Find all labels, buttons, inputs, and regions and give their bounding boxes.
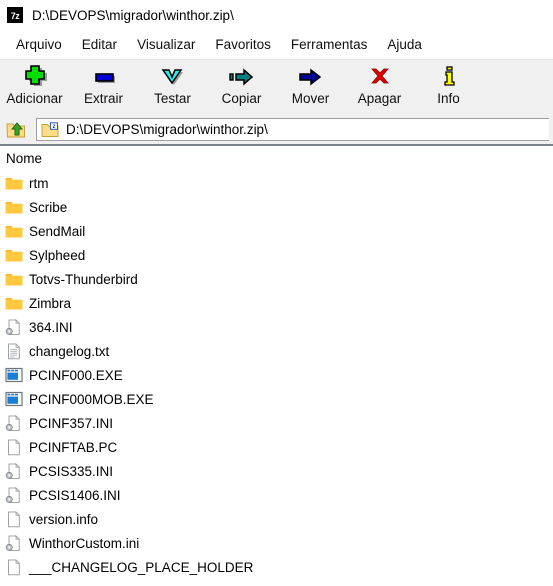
list-item[interactable]: WinthorCustom.ini <box>0 531 553 555</box>
menu-arquivo[interactable]: Arquivo <box>6 35 72 54</box>
menu-ajuda[interactable]: Ajuda <box>377 35 432 54</box>
list-item-label: Sylpheed <box>29 247 86 263</box>
ini-file-icon <box>4 462 24 480</box>
chevron-down-icon <box>156 64 190 90</box>
list-item-label: PCINF000MOB.EXE <box>29 391 154 407</box>
list-item-label: Scribe <box>29 199 68 215</box>
folder-icon <box>4 246 24 264</box>
blank-file-icon <box>4 510 24 528</box>
ini-file-icon <box>4 534 24 552</box>
list-item-label: WinthorCustom.ini <box>29 535 140 551</box>
title-bar: 7z D:\DEVOPS\migrador\winthor.zip\ <box>0 0 553 30</box>
info-button-label: Info <box>437 91 460 106</box>
menu-editar[interactable]: Editar <box>72 35 127 54</box>
extract-button-label: Extrair <box>83 91 123 106</box>
list-item[interactable]: Totvs-Thunderbird <box>0 267 553 291</box>
blank-file-icon <box>4 438 24 456</box>
list-item-label: 364.INI <box>29 319 73 335</box>
list-item-label: PCSIS1406.INI <box>29 487 121 503</box>
test-button[interactable]: Testar <box>138 63 207 106</box>
list-item-label: PCINF000.EXE <box>29 367 123 383</box>
seven-zip-app-icon: 7z <box>7 7 23 23</box>
folder-up-icon[interactable] <box>4 118 28 142</box>
list-item[interactable]: PCSIS335.INI <box>0 459 553 483</box>
menu-favoritos[interactable]: Favoritos <box>205 35 281 54</box>
blank-file-icon <box>4 558 24 576</box>
list-item-label: PCSIS335.INI <box>29 463 114 479</box>
file-list[interactable]: rtm Scribe SendMail Sylpheed Totvs-Thund <box>0 171 553 586</box>
copy-button-label: Copiar <box>221 91 262 106</box>
info-i-icon <box>432 64 466 90</box>
svg-text:z: z <box>53 124 56 130</box>
menu-bar: Arquivo Editar Visualizar Favoritos Ferr… <box>0 30 553 59</box>
list-item-label: ___CHANGELOG_PLACE_HOLDER <box>29 559 254 575</box>
menu-ferramentas[interactable]: Ferramentas <box>281 35 378 54</box>
list-item[interactable]: PCINF357.INI <box>0 411 553 435</box>
text-file-icon <box>4 342 24 360</box>
folder-icon <box>4 198 24 216</box>
list-item[interactable]: Scribe <box>0 195 553 219</box>
minus-bar-icon <box>87 64 121 90</box>
add-button[interactable]: Adicionar <box>0 63 69 106</box>
path-combobox[interactable]: z D:\DEVOPS\migrador\winthor.zip\ <box>36 118 549 141</box>
list-item-label: PCINFTAB.PC <box>29 439 118 455</box>
list-item-label: Totvs-Thunderbird <box>29 271 138 287</box>
list-item[interactable]: rtm <box>0 171 553 195</box>
toolbar: Adicionar Extrair Testar Copiar Mover Ap… <box>0 59 553 115</box>
delete-x-icon <box>363 64 397 90</box>
list-item-label: Zimbra <box>29 295 72 311</box>
delete-button-label: Apagar <box>357 91 402 106</box>
list-item[interactable]: 364.INI <box>0 315 553 339</box>
list-item[interactable]: PCSIS1406.INI <box>0 483 553 507</box>
add-button-label: Adicionar <box>6 91 63 106</box>
exe-file-icon <box>4 390 24 408</box>
zip-folder-icon: z <box>41 121 59 138</box>
move-button-label: Mover <box>291 91 330 106</box>
delete-button[interactable]: Apagar <box>345 63 414 106</box>
copy-button[interactable]: Copiar <box>207 63 276 106</box>
move-arrow-icon <box>294 64 328 90</box>
list-item[interactable]: PCINFTAB.PC <box>0 435 553 459</box>
list-item[interactable]: Zimbra <box>0 291 553 315</box>
folder-icon <box>4 174 24 192</box>
list-item-label: changelog.txt <box>29 343 110 359</box>
list-item[interactable]: changelog.txt <box>0 339 553 363</box>
copy-arrow-icon <box>225 64 259 90</box>
list-item-label: rtm <box>29 175 49 191</box>
path-value: D:\DEVOPS\migrador\winthor.zip\ <box>66 122 268 137</box>
folder-icon <box>4 270 24 288</box>
list-column-header: Nome <box>0 146 553 171</box>
list-item[interactable]: ___CHANGELOG_PLACE_HOLDER <box>0 555 553 579</box>
list-item[interactable]: version.info <box>0 507 553 531</box>
move-button[interactable]: Mover <box>276 63 345 106</box>
address-bar: z D:\DEVOPS\migrador\winthor.zip\ <box>0 115 553 146</box>
test-button-label: Testar <box>154 91 191 106</box>
window-title: D:\DEVOPS\migrador\winthor.zip\ <box>32 7 234 23</box>
list-item[interactable]: PCINF000.EXE <box>0 363 553 387</box>
plus-icon <box>18 64 52 90</box>
list-item-label: PCINF357.INI <box>29 415 114 431</box>
ini-file-icon <box>4 486 24 504</box>
folder-icon <box>4 222 24 240</box>
seven-zip-window: 7z D:\DEVOPS\migrador\winthor.zip\ Arqui… <box>0 0 553 586</box>
menu-visualizar[interactable]: Visualizar <box>127 35 205 54</box>
folder-icon <box>4 294 24 312</box>
list-item-label: SendMail <box>29 223 86 239</box>
list-item[interactable]: PCINF000MOB.EXE <box>0 387 553 411</box>
list-item[interactable]: SendMail <box>0 219 553 243</box>
info-button[interactable]: Info <box>414 63 483 106</box>
list-item[interactable]: Sylpheed <box>0 243 553 267</box>
extract-button[interactable]: Extrair <box>69 63 138 106</box>
ini-file-icon <box>4 318 24 336</box>
exe-file-icon <box>4 366 24 384</box>
list-item-label: version.info <box>29 511 99 527</box>
column-header-nome[interactable]: Nome <box>0 151 42 166</box>
ini-file-icon <box>4 414 24 432</box>
